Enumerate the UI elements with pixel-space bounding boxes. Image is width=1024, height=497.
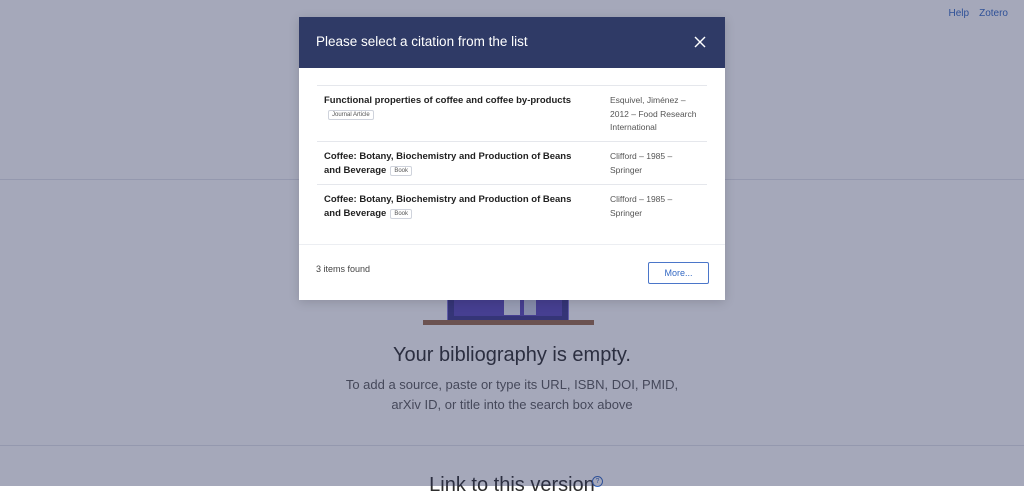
citation-meta: Esquivel, Jiménez – 2012 – Food Research… [610,95,697,132]
dialog-footer-divider [299,244,725,245]
citation-item[interactable]: Coffee: Botany, Biochemistry and Product… [317,141,707,184]
citation-item[interactable]: Coffee: Botany, Biochemistry and Product… [317,184,707,227]
more-button[interactable]: More... [648,262,709,284]
dialog-title: Please select a citation from the list [316,34,528,49]
dialog-header: Please select a citation from the list [299,17,725,68]
item-type-badge: Book [390,208,412,219]
citation-title: Coffee: Botany, Biochemistry and Product… [324,194,572,219]
close-button[interactable] [689,31,711,53]
items-found-count: 3 items found [316,264,371,274]
citation-title: Functional properties of coffee and coff… [324,95,572,106]
item-type-badge: Book [390,165,412,176]
citation-meta: Clifford – 1985 – Springer [610,151,673,175]
citation-item[interactable]: Functional properties of coffee and coff… [317,85,707,141]
citation-title: Coffee: Botany, Biochemistry and Product… [324,151,572,176]
citation-list: Functional properties of coffee and coff… [317,85,707,227]
citation-select-dialog: Please select a citation from the list F… [299,17,725,300]
citation-meta: Clifford – 1985 – Springer [610,194,673,218]
item-type-badge: Journal Article [328,109,374,120]
close-icon [694,36,706,48]
